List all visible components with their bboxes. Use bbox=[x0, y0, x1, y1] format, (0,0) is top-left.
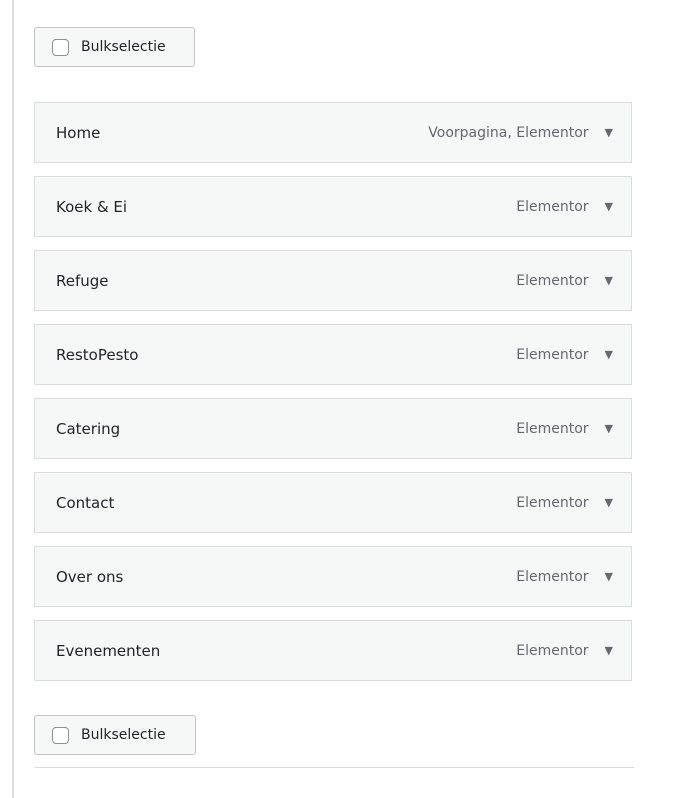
page-item-state: Elementor bbox=[516, 198, 589, 215]
page-item-evenementen[interactable]: Evenementen Elementor ▼ bbox=[34, 620, 632, 681]
page-item-restopesto[interactable]: RestoPesto Elementor ▼ bbox=[34, 324, 632, 385]
page-item-title: Over ons bbox=[56, 567, 124, 586]
bottom-divider bbox=[34, 767, 634, 768]
page-item-state: Elementor bbox=[516, 420, 589, 437]
page-item-over-ons[interactable]: Over ons Elementor ▼ bbox=[34, 546, 632, 607]
caret-down-icon[interactable]: ▼ bbox=[605, 423, 613, 434]
page-item-state: Voorpagina, Elementor bbox=[428, 124, 589, 141]
caret-down-icon[interactable]: ▼ bbox=[605, 275, 613, 286]
page-item-title: Home bbox=[56, 123, 101, 142]
caret-down-icon[interactable]: ▼ bbox=[605, 201, 613, 212]
caret-down-icon[interactable]: ▼ bbox=[605, 497, 613, 508]
bulk-select-label: Bulkselectie bbox=[81, 727, 166, 743]
page-item-title: RestoPesto bbox=[56, 345, 139, 364]
checkbox-icon[interactable] bbox=[52, 726, 69, 744]
caret-down-icon[interactable]: ▼ bbox=[605, 571, 613, 582]
page-item-state: Elementor bbox=[516, 272, 589, 289]
page-item-state: Elementor bbox=[516, 568, 589, 585]
page-item-contact[interactable]: Contact Elementor ▼ bbox=[34, 472, 632, 533]
page-item-home[interactable]: Home Voorpagina, Elementor ▼ bbox=[34, 102, 632, 163]
page-item-title: Evenementen bbox=[56, 641, 161, 660]
page-item-title: Contact bbox=[56, 493, 115, 512]
page-item-koek-ei[interactable]: Koek & Ei Elementor ▼ bbox=[34, 176, 632, 237]
bulk-select-button-top[interactable]: Bulkselectie bbox=[34, 27, 195, 67]
caret-down-icon[interactable]: ▼ bbox=[605, 645, 613, 656]
page-list: Home Voorpagina, Elementor ▼ Koek & Ei E… bbox=[34, 102, 632, 694]
caret-down-icon[interactable]: ▼ bbox=[605, 127, 613, 138]
page-item-state: Elementor bbox=[516, 494, 589, 511]
left-divider bbox=[12, 0, 14, 798]
page-item-title: Koek & Ei bbox=[56, 197, 128, 216]
page-item-state: Elementor bbox=[516, 642, 589, 659]
page-item-title: Catering bbox=[56, 419, 121, 438]
caret-down-icon[interactable]: ▼ bbox=[605, 349, 613, 360]
page-item-state: Elementor bbox=[516, 346, 589, 363]
page-item-refuge[interactable]: Refuge Elementor ▼ bbox=[34, 250, 632, 311]
bulk-select-label: Bulkselectie bbox=[81, 39, 166, 55]
checkbox-icon[interactable] bbox=[52, 38, 69, 56]
bulk-select-button-bottom[interactable]: Bulkselectie bbox=[34, 715, 196, 755]
page-item-title: Refuge bbox=[56, 271, 109, 290]
page-item-catering[interactable]: Catering Elementor ▼ bbox=[34, 398, 632, 459]
